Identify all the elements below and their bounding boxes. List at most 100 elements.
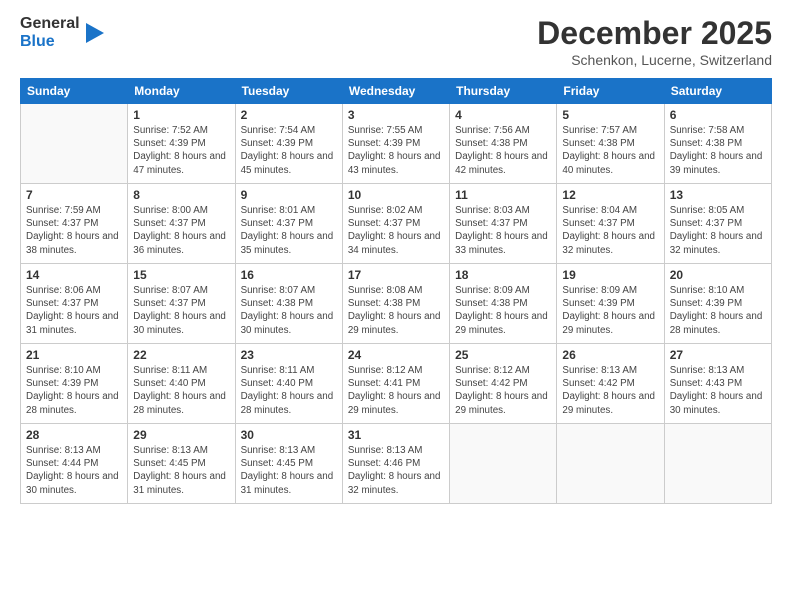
day-info: Sunrise: 8:04 AMSunset: 4:37 PMDaylight:…	[562, 204, 658, 257]
calendar-cell: 10 Sunrise: 8:02 AMSunset: 4:37 PMDayligh…	[342, 184, 449, 264]
calendar-header-wednesday: Wednesday	[342, 79, 449, 104]
calendar-cell: 25Sunrise: 8:12 AMSunset: 4:42 PMDayligh…	[450, 344, 557, 424]
logo-triangle-icon	[86, 23, 104, 43]
main-title: December 2025	[537, 15, 772, 52]
day-info: Sunrise: 8:08 AMSunset: 4:38 PMDaylight:…	[348, 284, 444, 337]
calendar-cell: 11Sunrise: 8:03 AMSunset: 4:37 PMDayligh…	[450, 184, 557, 264]
day-info: Sunrise: 7:57 AMSunset: 4:38 PMDaylight:…	[562, 124, 658, 177]
day-info: Sunrise: 8:13 AMSunset: 4:46 PMDaylight:…	[348, 444, 444, 497]
day-number: 22	[133, 348, 229, 362]
calendar-cell: 29 Sunrise: 8:13 AMSunset: 4:45 PMDayligh…	[128, 424, 235, 504]
logo-image: General Blue	[20, 15, 80, 50]
day-info: Sunrise: 8:02 AMSunset: 4:37 PMDaylight:…	[348, 204, 444, 257]
calendar-cell: 17 Sunrise: 8:08 AMSunset: 4:38 PMDayligh…	[342, 264, 449, 344]
calendar-week-2: 7Sunrise: 7:59 AMSunset: 4:37 PMDaylight…	[21, 184, 772, 264]
day-number: 27	[670, 348, 766, 362]
day-number: 20	[670, 268, 766, 282]
day-number: 28	[26, 428, 122, 442]
day-number: 13	[670, 188, 766, 202]
calendar-cell: 23Sunrise: 8:11 AMSunset: 4:40 PMDayligh…	[235, 344, 342, 424]
day-number: 26	[562, 348, 658, 362]
day-info: Sunrise: 8:10 AMSunset: 4:39 PMDaylight:…	[26, 364, 122, 417]
calendar-cell: 21 Sunrise: 8:10 AMSunset: 4:39 PMDayligh…	[21, 344, 128, 424]
day-info: Sunrise: 8:13 AMSunset: 4:45 PMDaylight:…	[133, 444, 229, 497]
day-info: Sunrise: 8:09 AMSunset: 4:39 PMDaylight:…	[562, 284, 658, 337]
calendar-cell	[21, 104, 128, 184]
day-info: Sunrise: 7:54 AMSunset: 4:39 PMDaylight:…	[241, 124, 337, 177]
calendar-cell: 5Sunrise: 7:57 AMSunset: 4:38 PMDaylight…	[557, 104, 664, 184]
day-number: 19	[562, 268, 658, 282]
logo-general-text: General	[20, 15, 80, 33]
calendar-week-4: 21 Sunrise: 8:10 AMSunset: 4:39 PMDayligh…	[21, 344, 772, 424]
calendar-cell: 4Sunrise: 7:56 AMSunset: 4:38 PMDaylight…	[450, 104, 557, 184]
day-number: 12	[562, 188, 658, 202]
day-number: 9	[241, 188, 337, 202]
day-number: 31	[348, 428, 444, 442]
calendar-cell: 2 Sunrise: 7:54 AMSunset: 4:39 PMDaylight…	[235, 104, 342, 184]
logo-blue-text: Blue	[20, 33, 80, 51]
calendar-cell: 9 Sunrise: 8:01 AMSunset: 4:37 PMDaylight…	[235, 184, 342, 264]
calendar-cell	[450, 424, 557, 504]
calendar-cell: 22 Sunrise: 8:11 AMSunset: 4:40 PMDayligh…	[128, 344, 235, 424]
day-info: Sunrise: 8:09 AMSunset: 4:38 PMDaylight:…	[455, 284, 551, 337]
day-number: 29	[133, 428, 229, 442]
day-info: Sunrise: 7:58 AMSunset: 4:38 PMDaylight:…	[670, 124, 766, 177]
day-info: Sunrise: 8:13 AMSunset: 4:44 PMDaylight:…	[26, 444, 122, 497]
calendar-cell: 26 Sunrise: 8:13 AMSunset: 4:42 PMDayligh…	[557, 344, 664, 424]
day-info: Sunrise: 8:05 AMSunset: 4:37 PMDaylight:…	[670, 204, 766, 257]
subtitle: Schenkon, Lucerne, Switzerland	[537, 52, 772, 68]
day-number: 2	[241, 108, 337, 122]
day-number: 17	[348, 268, 444, 282]
day-number: 30	[241, 428, 337, 442]
day-info: Sunrise: 8:12 AMSunset: 4:41 PMDaylight:…	[348, 364, 444, 417]
calendar-cell: 13 Sunrise: 8:05 AMSunset: 4:37 PMDayligh…	[664, 184, 771, 264]
calendar-cell: 16Sunrise: 8:07 AMSunset: 4:38 PMDayligh…	[235, 264, 342, 344]
calendar-cell	[557, 424, 664, 504]
day-number: 10	[348, 188, 444, 202]
calendar-cell: 6 Sunrise: 7:58 AMSunset: 4:38 PMDaylight…	[664, 104, 771, 184]
day-info: Sunrise: 8:00 AMSunset: 4:37 PMDaylight:…	[133, 204, 229, 257]
calendar-cell: 15 Sunrise: 8:07 AMSunset: 4:37 PMDayligh…	[128, 264, 235, 344]
calendar-header-saturday: Saturday	[664, 79, 771, 104]
day-number: 18	[455, 268, 551, 282]
calendar-header-thursday: Thursday	[450, 79, 557, 104]
day-info: Sunrise: 8:01 AMSunset: 4:37 PMDaylight:…	[241, 204, 337, 257]
calendar-cell: 12 Sunrise: 8:04 AMSunset: 4:37 PMDayligh…	[557, 184, 664, 264]
day-number: 1	[133, 108, 229, 122]
day-number: 21	[26, 348, 122, 362]
title-section: December 2025 Schenkon, Lucerne, Switzer…	[537, 15, 772, 68]
calendar-cell: 14Sunrise: 8:06 AMSunset: 4:37 PMDayligh…	[21, 264, 128, 344]
calendar-cell: 19 Sunrise: 8:09 AMSunset: 4:39 PMDayligh…	[557, 264, 664, 344]
logo: General Blue	[20, 15, 104, 50]
day-info: Sunrise: 7:52 AMSunset: 4:39 PMDaylight:…	[133, 124, 229, 177]
day-number: 16	[241, 268, 337, 282]
calendar-header-row: SundayMondayTuesdayWednesdayThursdayFrid…	[21, 79, 772, 104]
day-info: Sunrise: 8:11 AMSunset: 4:40 PMDaylight:…	[133, 364, 229, 417]
calendar-cell: 27 Sunrise: 8:13 AMSunset: 4:43 PMDayligh…	[664, 344, 771, 424]
calendar-header-friday: Friday	[557, 79, 664, 104]
calendar-week-3: 14Sunrise: 8:06 AMSunset: 4:37 PMDayligh…	[21, 264, 772, 344]
calendar-week-5: 28 Sunrise: 8:13 AMSunset: 4:44 PMDayligh…	[21, 424, 772, 504]
day-info: Sunrise: 7:59 AMSunset: 4:37 PMDaylight:…	[26, 204, 122, 257]
day-number: 15	[133, 268, 229, 282]
header: General Blue December 2025 Schenkon, Luc…	[20, 15, 772, 68]
calendar-cell: 28 Sunrise: 8:13 AMSunset: 4:44 PMDayligh…	[21, 424, 128, 504]
calendar-cell: 31 Sunrise: 8:13 AMSunset: 4:46 PMDayligh…	[342, 424, 449, 504]
day-info: Sunrise: 8:03 AMSunset: 4:37 PMDaylight:…	[455, 204, 551, 257]
day-number: 4	[455, 108, 551, 122]
day-info: Sunrise: 8:07 AMSunset: 4:37 PMDaylight:…	[133, 284, 229, 337]
calendar-cell: 1 Sunrise: 7:52 AMSunset: 4:39 PMDaylight…	[128, 104, 235, 184]
day-info: Sunrise: 8:12 AMSunset: 4:42 PMDaylight:…	[455, 364, 551, 417]
calendar-cell	[664, 424, 771, 504]
calendar-cell: 30 Sunrise: 8:13 AMSunset: 4:45 PMDayligh…	[235, 424, 342, 504]
calendar-header-tuesday: Tuesday	[235, 79, 342, 104]
day-number: 23	[241, 348, 337, 362]
calendar-week-1: 1 Sunrise: 7:52 AMSunset: 4:39 PMDaylight…	[21, 104, 772, 184]
day-info: Sunrise: 8:13 AMSunset: 4:42 PMDaylight:…	[562, 364, 658, 417]
calendar-cell: 8Sunrise: 8:00 AMSunset: 4:37 PMDaylight…	[128, 184, 235, 264]
day-info: Sunrise: 8:13 AMSunset: 4:45 PMDaylight:…	[241, 444, 337, 497]
day-number: 6	[670, 108, 766, 122]
page: General Blue December 2025 Schenkon, Luc…	[0, 0, 792, 612]
calendar-cell: 3Sunrise: 7:55 AMSunset: 4:39 PMDaylight…	[342, 104, 449, 184]
day-info: Sunrise: 8:13 AMSunset: 4:43 PMDaylight:…	[670, 364, 766, 417]
